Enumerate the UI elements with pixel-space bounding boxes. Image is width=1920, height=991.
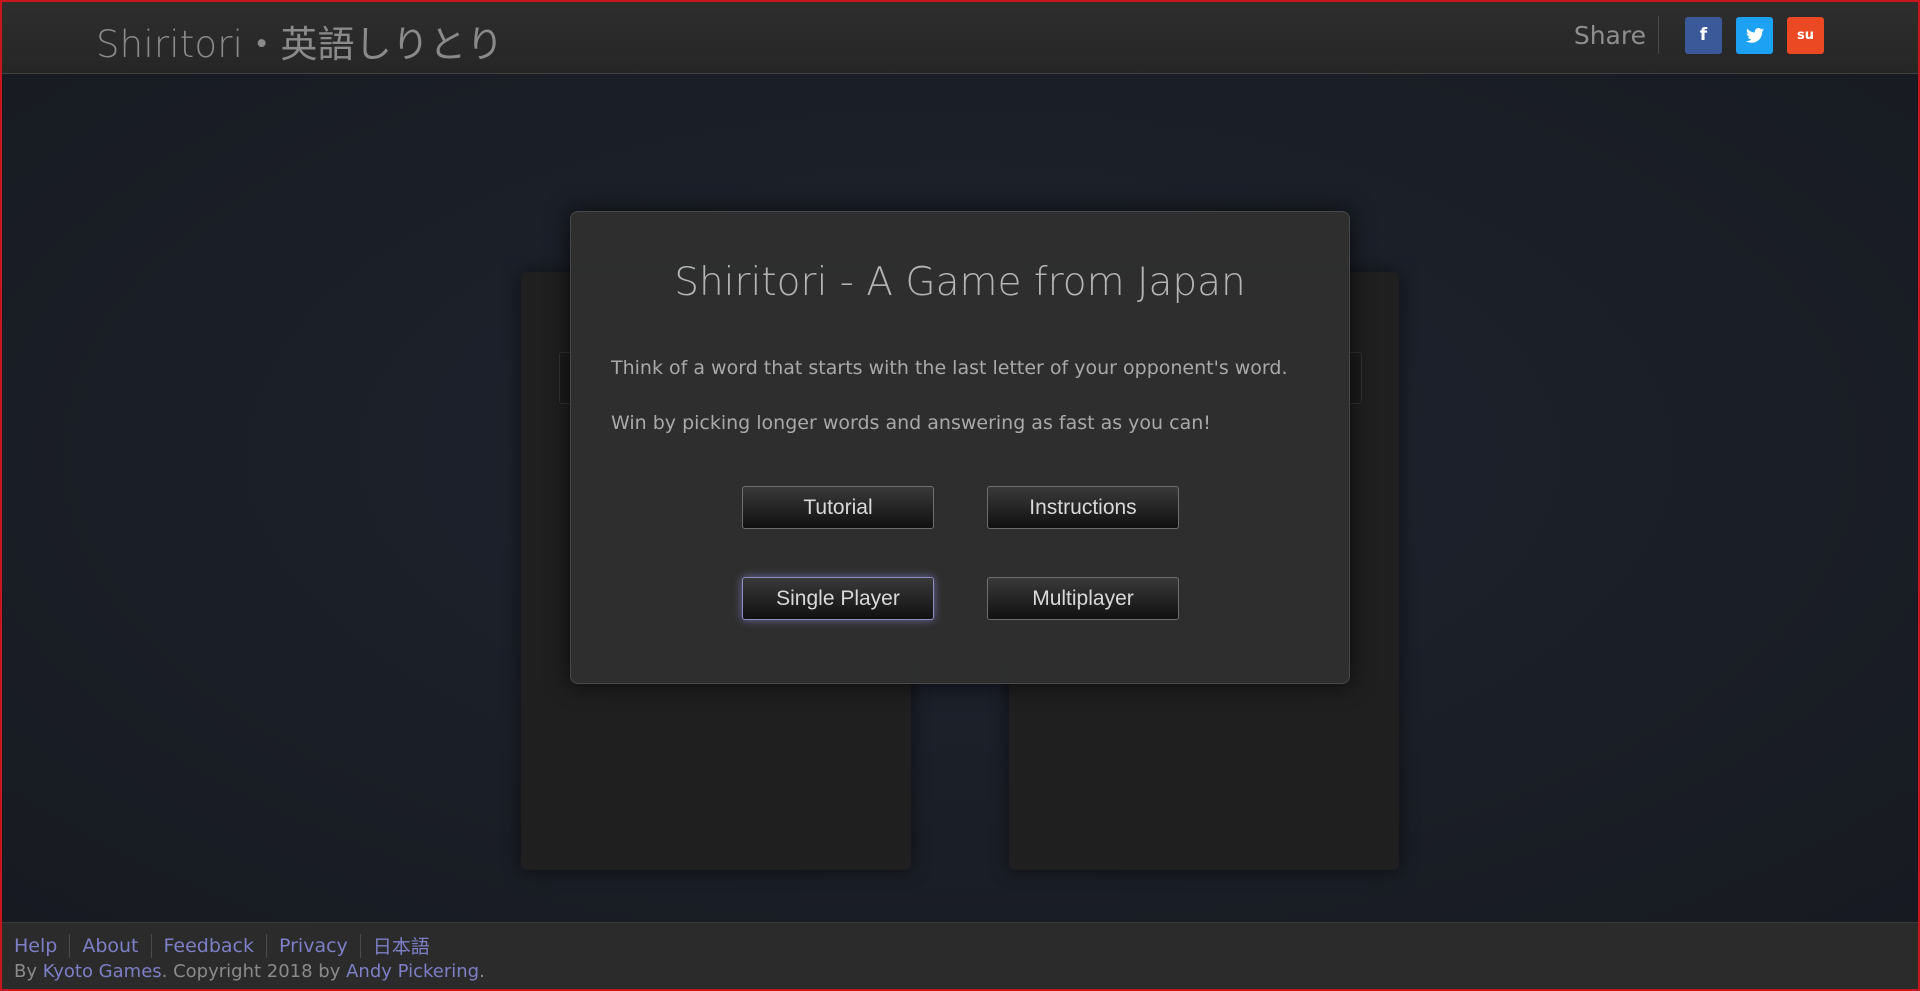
share-area: Share f su	[1574, 15, 1824, 55]
footer-links: Help About Feedback Privacy 日本語	[14, 932, 430, 959]
facebook-share-button[interactable]: f	[1685, 16, 1722, 54]
multiplayer-button[interactable]: Multiplayer	[987, 577, 1179, 620]
footer-divider	[266, 933, 267, 958]
about-link[interactable]: About	[82, 935, 138, 957]
facebook-icon: f	[1699, 25, 1708, 45]
share-divider	[1658, 16, 1659, 54]
help-link[interactable]: Help	[14, 935, 57, 957]
twitter-icon	[1745, 27, 1764, 43]
stumbleupon-share-button[interactable]: su	[1787, 16, 1824, 54]
tutorial-button[interactable]: Tutorial	[742, 486, 934, 529]
kyoto-games-link[interactable]: Kyoto Games	[43, 961, 162, 982]
copyright-text: By Kyoto Games. Copyright 2018 by Andy P…	[14, 961, 485, 982]
japanese-language-link[interactable]: 日本語	[373, 932, 430, 959]
footer: Help About Feedback Privacy 日本語 By Kyoto…	[0, 922, 1920, 991]
footer-divider	[359, 933, 361, 958]
dialog-win-text: Win by picking longer words and answerin…	[611, 412, 1211, 434]
start-dialog: Shiritori - A Game from Japan Think of a…	[570, 211, 1350, 684]
footer-divider	[69, 933, 71, 958]
privacy-link[interactable]: Privacy	[279, 935, 348, 957]
instructions-button[interactable]: Instructions	[987, 486, 1179, 529]
dialog-title: Shiritori - A Game from Japan	[674, 260, 1246, 305]
feedback-link[interactable]: Feedback	[164, 935, 254, 957]
share-label: Share	[1573, 20, 1646, 50]
copyright-middle: . Copyright 2018 by	[161, 961, 347, 982]
site-title[interactable]: Shiritori・英語しりとり	[96, 14, 504, 68]
author-link[interactable]: Andy Pickering	[346, 961, 479, 982]
footer-divider	[150, 933, 152, 958]
single-player-button[interactable]: Single Player	[742, 577, 934, 620]
twitter-share-button[interactable]	[1736, 16, 1773, 54]
copyright-prefix: By	[14, 961, 43, 982]
stumbleupon-icon: su	[1797, 27, 1814, 43]
header: Shiritori・英語しりとり Share f su	[0, 0, 1920, 74]
dialog-rule-text: Think of a word that starts with the las…	[611, 357, 1288, 379]
copyright-suffix: .	[479, 961, 485, 982]
